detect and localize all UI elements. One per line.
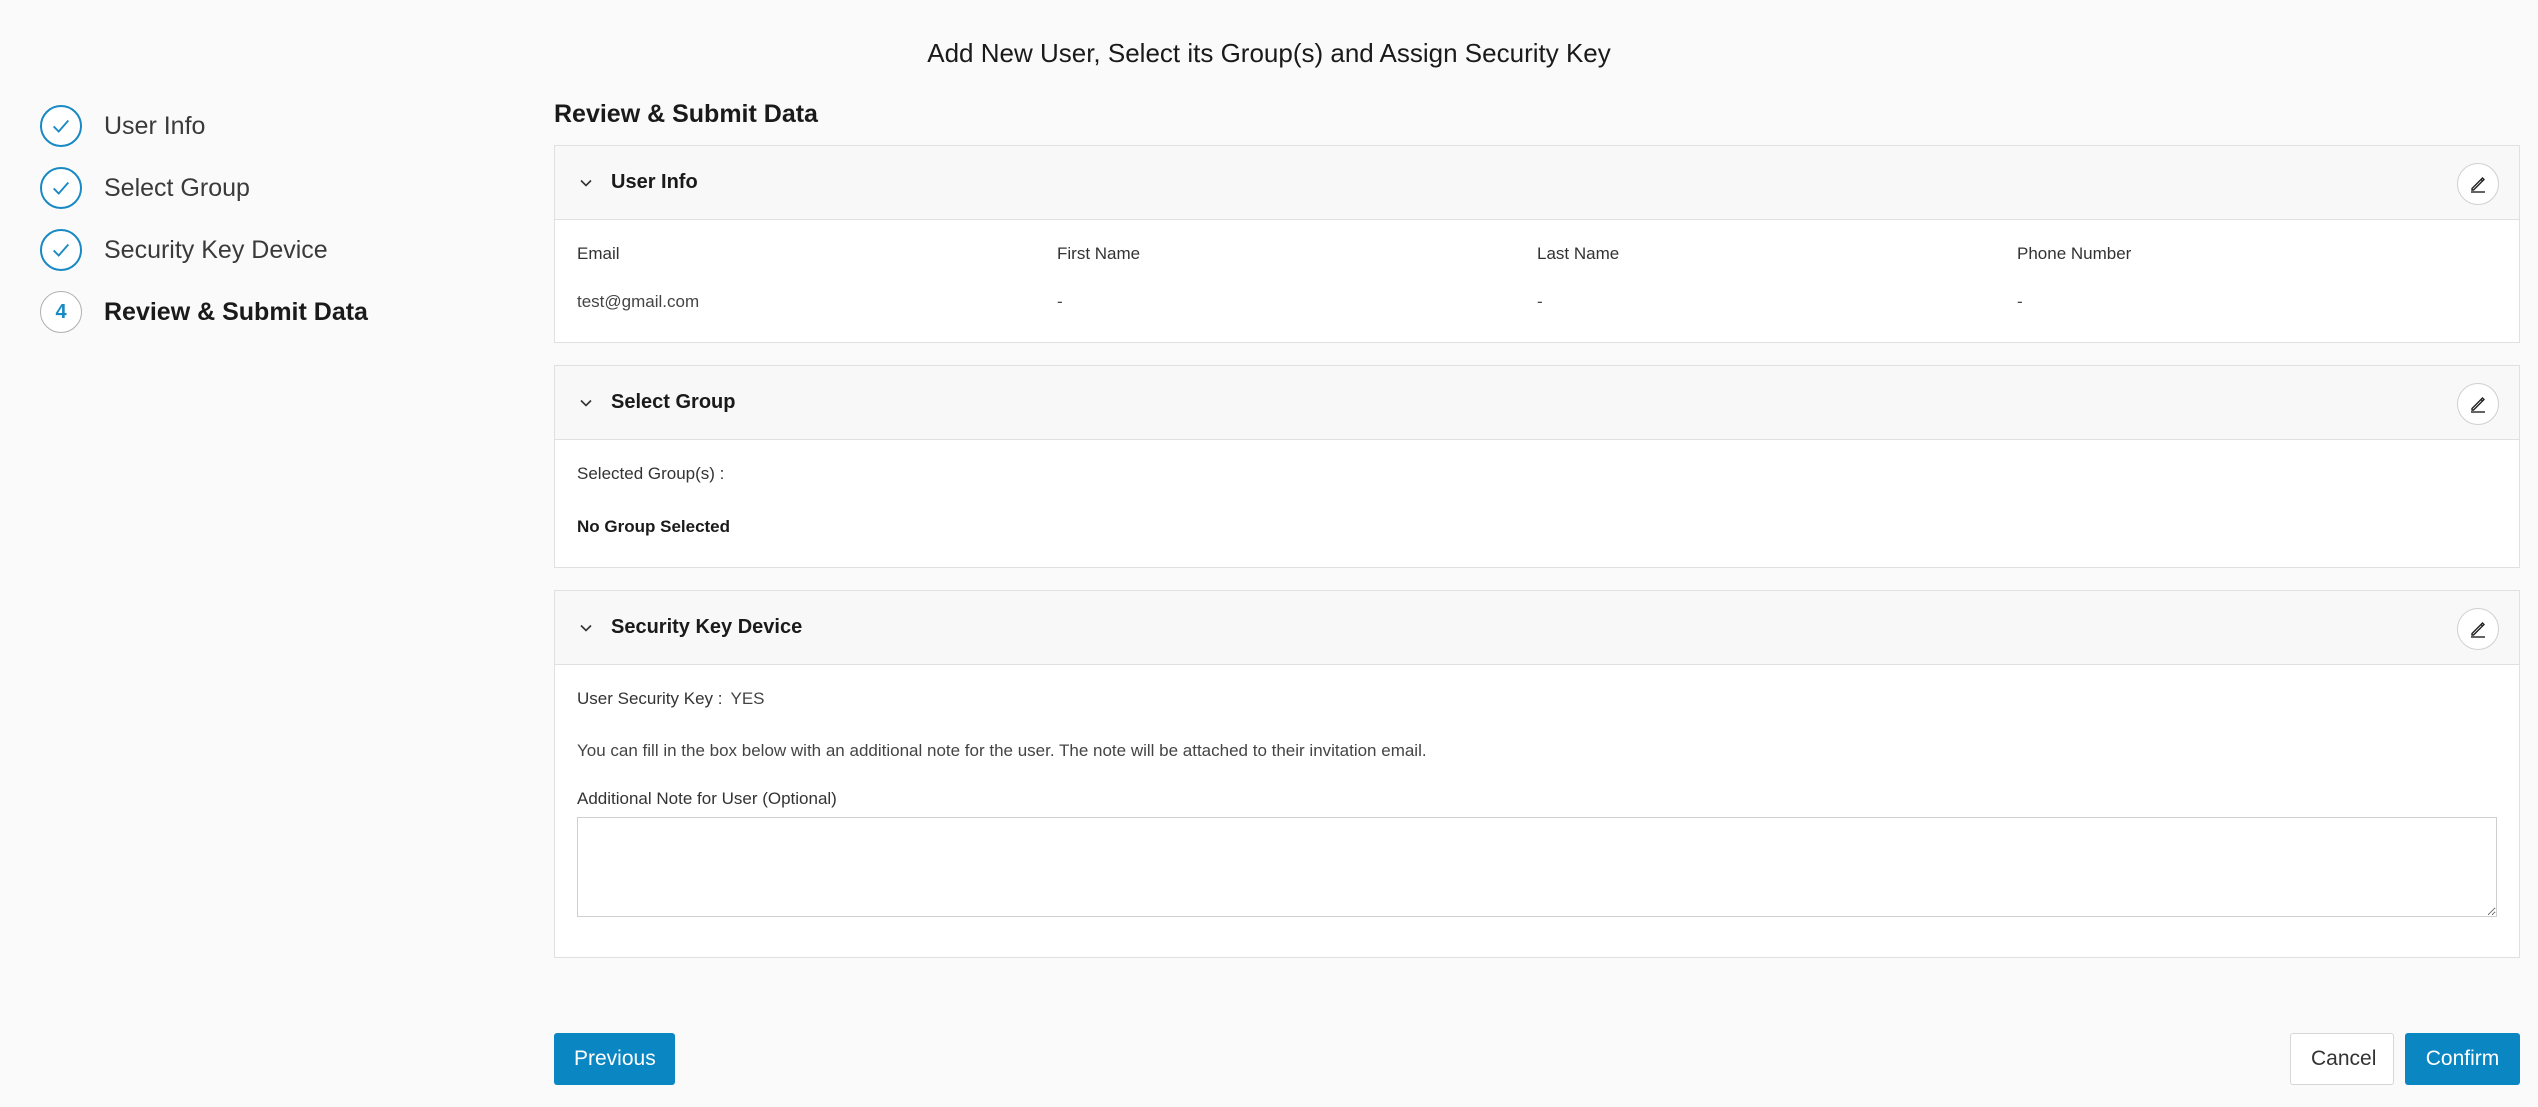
chevron-down-icon[interactable] — [577, 394, 595, 412]
step-number: 4 — [55, 300, 67, 323]
step-complete-indicator — [40, 105, 82, 147]
card-title: User Info — [611, 171, 698, 193]
checkmark-icon — [53, 181, 70, 195]
field-value: - — [1057, 292, 1063, 311]
step-label: Select Group — [104, 173, 250, 202]
step-complete-indicator — [40, 167, 82, 209]
field-label: Last Name — [1537, 244, 1620, 263]
additional-note-input[interactable] — [577, 817, 2497, 917]
phone-number-field: Phone Number - — [2017, 244, 2497, 312]
card-title: Security Key Device — [611, 616, 803, 638]
security-key-card: Security Key Device User Security Key : Y… — [554, 590, 2520, 958]
step-select-group[interactable]: Select Group — [40, 167, 368, 209]
edit-select-group-button[interactable] — [2457, 383, 2499, 425]
cancel-button[interactable]: Cancel — [2290, 1033, 2394, 1085]
page-title: Add New User, Select its Group(s) and As… — [927, 38, 1611, 68]
stepper: User Info Select Group Security Key Devi… — [40, 105, 368, 354]
select-group-body: Selected Group(s) : No Group Selected — [555, 440, 2519, 567]
confirm-button[interactable]: Confirm — [2405, 1033, 2520, 1085]
first-name-field: First Name - — [1057, 244, 1537, 312]
user-info-header[interactable]: User Info — [555, 146, 2519, 220]
chevron-down-icon[interactable] — [577, 619, 595, 637]
security-key-row: User Security Key : YES — [577, 689, 2497, 709]
review-panel: Review & Submit Data User Info Email tes… — [554, 100, 2520, 980]
selected-groups-value: No Group Selected — [577, 517, 731, 536]
step-current-indicator: 4 — [40, 291, 82, 333]
selected-groups-label: Selected Group(s) : — [577, 464, 725, 483]
last-name-field: Last Name - — [1537, 244, 2017, 312]
edit-user-info-button[interactable] — [2457, 163, 2499, 205]
step-review-submit: 4 Review & Submit Data — [40, 291, 368, 333]
field-value: - — [2017, 292, 2023, 311]
edit-security-key-button[interactable] — [2457, 608, 2499, 650]
note-label: Additional Note for User (Optional) — [577, 789, 837, 808]
checkmark-icon — [53, 243, 70, 257]
security-key-body: User Security Key : YES You can fill in t… — [555, 665, 2519, 957]
step-label: Review & Submit Data — [104, 297, 368, 326]
pencil-icon — [2471, 622, 2485, 638]
field-label: First Name — [1057, 244, 1141, 263]
security-key-value: YES — [730, 689, 765, 708]
card-title: Select Group — [611, 391, 736, 413]
user-info-card: User Info Email test@gmail.com First Nam… — [554, 145, 2520, 343]
security-key-label: User Security Key : — [577, 689, 723, 708]
pencil-icon — [2471, 397, 2485, 413]
step-security-key-device[interactable]: Security Key Device — [40, 229, 368, 271]
note-info-text: You can fill in the box below with an ad… — [577, 741, 1427, 760]
user-info-body: Email test@gmail.com First Name - Last N… — [555, 220, 2519, 342]
checkmark-icon — [53, 119, 70, 133]
previous-button[interactable]: Previous — [554, 1033, 675, 1085]
page: Add New User, Select its Group(s) and As… — [0, 0, 2538, 1107]
step-label: User Info — [104, 111, 206, 140]
review-heading: Review & Submit Data — [554, 100, 818, 128]
email-field: Email test@gmail.com — [577, 244, 1057, 312]
step-user-info[interactable]: User Info — [40, 105, 368, 147]
select-group-header[interactable]: Select Group — [555, 366, 2519, 440]
field-value: test@gmail.com — [577, 292, 700, 311]
chevron-down-icon[interactable] — [577, 174, 595, 192]
pencil-icon — [2471, 177, 2485, 193]
step-complete-indicator — [40, 229, 82, 271]
security-key-header[interactable]: Security Key Device — [555, 591, 2519, 665]
field-label: Email — [577, 244, 620, 263]
field-label: Phone Number — [2017, 244, 2132, 263]
step-label: Security Key Device — [104, 235, 328, 264]
select-group-card: Select Group Selected Group(s) : No Grou… — [554, 365, 2520, 568]
field-value: - — [1537, 292, 1543, 311]
